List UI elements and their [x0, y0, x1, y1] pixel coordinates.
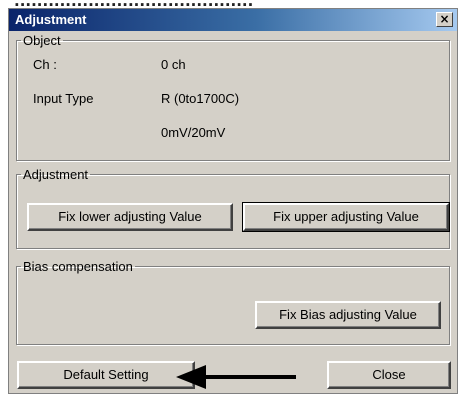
input-type-label: Input Type	[33, 91, 94, 106]
fix-upper-button[interactable]: Fix upper adjusting Value	[242, 202, 450, 232]
adjustment-group-legend: Adjustment	[23, 167, 89, 182]
input-type-value: R (0to1700C)	[161, 91, 240, 106]
ch-value: 0 ch	[161, 57, 186, 72]
default-setting-button[interactable]: Default Setting	[17, 361, 195, 389]
close-icon[interactable]: ×	[436, 12, 453, 27]
adjustment-dialog: Adjustment × Object Ch : 0 ch Input Type…	[8, 8, 458, 394]
window-title: Adjustment	[15, 12, 87, 27]
ch-label: Ch :	[33, 57, 57, 72]
bias-group-legend: Bias compensation	[23, 259, 133, 274]
close-button[interactable]: Close	[327, 361, 451, 389]
pointer-arrow-icon	[176, 365, 296, 389]
title-bar[interactable]: Adjustment ×	[9, 9, 457, 31]
range-value: 0mV/20mV	[161, 125, 226, 140]
fix-bias-button[interactable]: Fix Bias adjusting Value	[255, 301, 441, 329]
object-group-legend: Object	[23, 33, 61, 48]
fix-lower-button[interactable]: Fix lower adjusting Value	[27, 203, 233, 231]
